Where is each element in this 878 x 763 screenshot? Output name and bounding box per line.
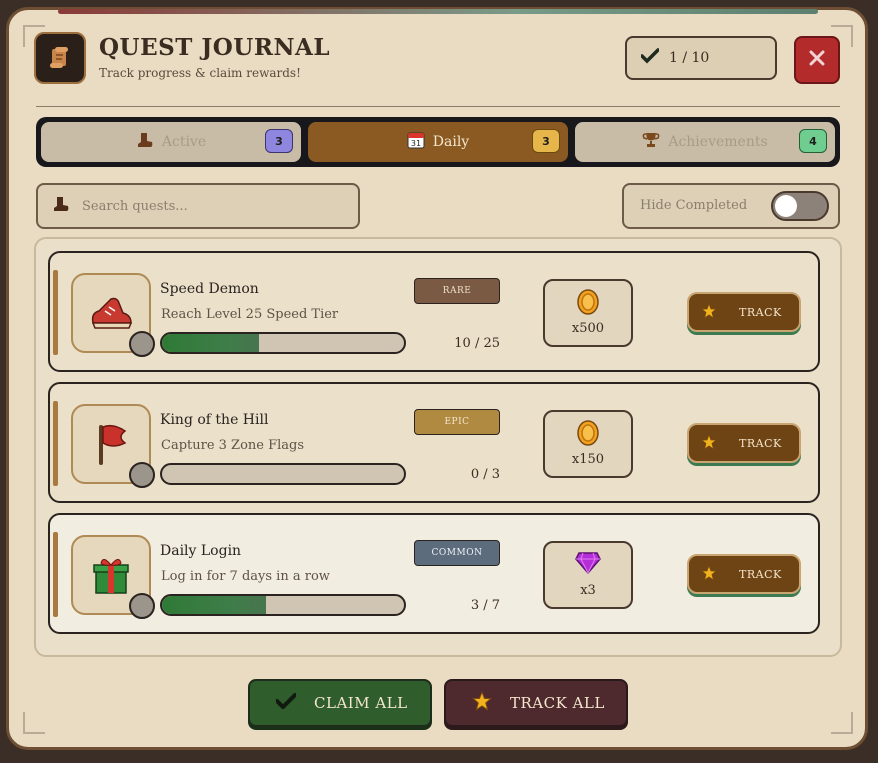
checkmark-icon [275, 693, 297, 713]
coin-icon [575, 289, 601, 319]
rarity-badge: EPIC [414, 409, 500, 435]
quest-progress-text: 3 / 7 [470, 598, 500, 613]
tab-label: Daily [432, 134, 470, 150]
tab-label: Active [161, 134, 207, 150]
tab-label: Achievements [668, 134, 768, 150]
trophy-icon [642, 132, 660, 152]
hide-completed-filter: Hide Completed [622, 183, 840, 229]
tab-count-badge: 4 [799, 129, 827, 153]
reward-amount: x150 [571, 452, 605, 467]
coin-icon [575, 420, 601, 450]
quest-card: Daily Login Log in for 7 days in a row 3… [48, 513, 820, 634]
track-all-button[interactable]: TRACK ALL [444, 679, 628, 727]
header-divider [36, 106, 840, 107]
corner-ornament [831, 712, 853, 734]
quest-accent-stripe [53, 532, 58, 617]
toggle-knob [775, 195, 797, 217]
tab-count-badge: 3 [265, 129, 293, 153]
search-box [36, 183, 360, 229]
quest-progress-bar [160, 463, 406, 485]
quest-accent-stripe [53, 270, 58, 355]
tab-daily[interactable]: 31 Daily 3 [308, 122, 568, 162]
track-button[interactable]: TRACK [687, 292, 801, 332]
hide-completed-toggle[interactable] [771, 191, 829, 221]
track-button[interactable]: TRACK [687, 554, 801, 594]
quest-progress-fill [162, 334, 259, 352]
quest-card: Speed Demon Reach Level 25 Speed Tier 10… [48, 251, 820, 372]
track-all-label: TRACK ALL [510, 694, 605, 712]
quest-status-dot [129, 331, 155, 357]
claim-all-button[interactable]: CLAIM ALL [248, 679, 432, 727]
track-button-label: TRACK [739, 567, 782, 581]
quest-progress-bar [160, 594, 406, 616]
reward-box: x3 [543, 541, 633, 609]
reward-amount: x500 [571, 321, 605, 336]
rarity-badge: RARE [414, 278, 500, 304]
track-button-label: TRACK [739, 305, 782, 319]
star-icon [700, 302, 718, 322]
close-button[interactable] [794, 36, 840, 84]
quest-name: Daily Login [160, 543, 242, 559]
gem-icon [575, 551, 601, 579]
tab-active[interactable]: Active 3 [41, 122, 301, 162]
quest-description: Reach Level 25 Speed Tier [161, 307, 339, 322]
track-button-label: TRACK [739, 436, 782, 450]
quest-card: King of the Hill Capture 3 Zone Flags 0 … [48, 382, 820, 503]
close-icon [809, 50, 825, 70]
search-input[interactable] [80, 197, 334, 215]
quest-name: Speed Demon [160, 281, 259, 297]
hide-completed-label: Hide Completed [640, 198, 748, 213]
quest-status-dot [129, 462, 155, 488]
boot-icon [136, 132, 154, 152]
page-subtitle: Track progress & claim rewards! [99, 66, 301, 80]
star-icon [700, 433, 718, 453]
boot-icon [52, 196, 70, 216]
tab-achievements[interactable]: Achievements 4 [575, 122, 835, 162]
rarity-badge: COMMON [414, 540, 500, 566]
calendar-icon: 31 [407, 131, 425, 153]
quest-progress-text: 0 / 3 [470, 467, 500, 482]
star-icon [700, 564, 718, 584]
quest-accent-stripe [53, 401, 58, 486]
quest-description: Log in for 7 days in a row [161, 569, 330, 584]
tab-count-badge: 3 [532, 129, 560, 153]
quest-progress-counter: 1 / 10 [625, 36, 777, 80]
page-title: QUEST JOURNAL [99, 34, 330, 61]
scroll-icon [34, 32, 86, 84]
tab-bar: Active 3 31 Daily 3 Achievements 4 [36, 117, 840, 167]
track-button[interactable]: TRACK [687, 423, 801, 463]
reward-amount: x3 [580, 583, 596, 598]
quest-progress-fill [162, 596, 267, 614]
quest-name: King of the Hill [160, 412, 269, 428]
progress-text: 1 / 10 [669, 50, 710, 66]
quest-status-dot [129, 593, 155, 619]
reward-box: x500 [543, 279, 633, 347]
reward-box: x150 [543, 410, 633, 478]
corner-ornament [23, 712, 45, 734]
star-icon [471, 690, 493, 715]
quest-progress-text: 10 / 25 [454, 336, 500, 351]
quest-progress-bar [160, 332, 406, 354]
header-accent-bar [58, 9, 818, 14]
claim-all-label: CLAIM ALL [314, 694, 408, 712]
quest-description: Capture 3 Zone Flags [161, 438, 305, 453]
checkmark-icon [640, 48, 660, 68]
calendar-day-text: 31 [411, 139, 421, 148]
